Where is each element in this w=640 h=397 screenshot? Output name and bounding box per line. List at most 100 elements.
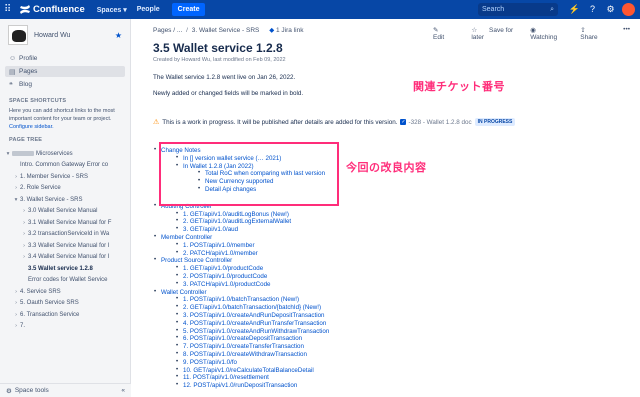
- sidebar-item-label: Pages: [19, 68, 38, 75]
- space-avatar[interactable]: [8, 25, 28, 45]
- toc-link[interactable]: 1. POST/api/v1.0/member: [153, 242, 513, 250]
- sidebar-item-profile[interactable]: ☺ Profile: [5, 53, 125, 64]
- chevron-right-icon[interactable]: ›: [20, 220, 28, 226]
- tree-item[interactable]: 3.5 Wallet service 1.2.8: [0, 263, 130, 275]
- toc-link[interactable]: 2. GET/api/v1.0/batchTransaction/{batchI…: [153, 304, 513, 312]
- user-avatar[interactable]: [622, 3, 635, 16]
- breadcrumb-pages[interactable]: Pages /: [153, 27, 175, 34]
- collapse-sidebar-icon[interactable]: «: [121, 387, 125, 394]
- toc-link[interactable]: 9. POST/api/v1.0/fo: [153, 359, 513, 367]
- tree-item[interactable]: › 3.0 Wallet Service Manual: [0, 206, 130, 218]
- toc-link[interactable]: 1. POST/api/v1.0/batchTransaction (New!): [153, 296, 513, 304]
- watching-button[interactable]: ◉ Watching: [530, 26, 570, 41]
- tree-item[interactable]: › 3.3 Wallet Service Manual for I: [0, 240, 130, 252]
- space-sidebar: Howard Wu ★ ☺ Profile ▤ Pages ❝ Blog SPA…: [0, 19, 131, 397]
- tree-item-label: Microservices: [36, 150, 73, 157]
- tree-item[interactable]: › 3.2 transactionServiceId in Wa: [0, 229, 130, 241]
- more-actions-button[interactable]: •••: [623, 26, 630, 41]
- toc-link[interactable]: 2. POST/api/v1.0/productCode: [153, 273, 513, 281]
- help-icon[interactable]: ?: [586, 3, 599, 16]
- toc-link[interactable]: 8. POST/api/v1.0/createWithdrawTransacti…: [153, 351, 513, 359]
- space-name[interactable]: Howard Wu: [34, 32, 115, 39]
- toc-link[interactable]: In [] version wallet service (… 2021): [153, 155, 333, 163]
- save-for-later-button[interactable]: ☆ Save for later: [471, 26, 520, 41]
- toc-link[interactable]: 11. POST/api/v1.0/resettlement: [153, 374, 513, 382]
- toc-link[interactable]: 1. GET/api/v1.0/productCode: [153, 265, 513, 273]
- chevron-right-icon[interactable]: ›: [20, 231, 28, 237]
- change-notes-toc: Change NotesIn [] version wallet service…: [153, 146, 333, 194]
- toc-link[interactable]: 3. POST/api/v1.0/createAndRunDepositTran…: [153, 312, 513, 320]
- share-icon: ⇪: [580, 27, 586, 34]
- tree-item[interactable]: › 3.1 Wallet Service Manual for F: [0, 217, 130, 229]
- chevron-right-icon[interactable]: ›: [20, 208, 28, 214]
- page-title: 3.5 Wallet service 1.2.8: [153, 41, 283, 55]
- chevron-right-icon[interactable]: ›: [12, 300, 20, 306]
- chevron-down-icon[interactable]: ▾: [4, 151, 12, 157]
- share-button[interactable]: ⇪ Share: [580, 26, 613, 41]
- jira-icon: ◆: [269, 27, 275, 34]
- tree-item-label: 3.0 Wallet Service Manual: [28, 208, 98, 215]
- quote-icon: ❝: [9, 81, 13, 89]
- toc-link[interactable]: Detail Api changes: [153, 186, 333, 194]
- sidebar-item-blog[interactable]: ❝ Blog: [5, 79, 125, 90]
- notifications-icon[interactable]: ⚡: [568, 3, 581, 16]
- tree-item[interactable]: Error codes for Wallet Service: [0, 275, 130, 287]
- tree-item[interactable]: › 4. Service SRS: [0, 286, 130, 298]
- toc-link[interactable]: Product Source Controller: [153, 257, 513, 265]
- chevron-right-icon[interactable]: ›: [12, 323, 20, 329]
- toc-link[interactable]: 7. POST/api/v1.0/createTransferTransacti…: [153, 343, 513, 351]
- toc-link[interactable]: Total RoC when comparing with last versi…: [153, 170, 333, 178]
- tree-item[interactable]: Intro. Common Gateway Error co: [0, 160, 130, 172]
- star-icon[interactable]: ★: [115, 31, 122, 40]
- tree-item[interactable]: › 2. Role Service: [0, 183, 130, 195]
- toc-link[interactable]: 6. POST/api/v1.0/createDepositTransactio…: [153, 335, 513, 343]
- tree-item[interactable]: › 6. Transaction Service: [0, 309, 130, 321]
- toc-link[interactable]: 4. POST/api/v1.0/createAndRunTransferTra…: [153, 320, 513, 328]
- jira-ticket-link[interactable]: -328 - Wallet 1.2.8 doc: [408, 119, 471, 126]
- sidebar-item-pages[interactable]: ▤ Pages: [5, 66, 125, 77]
- chevron-right-icon[interactable]: ›: [12, 289, 20, 295]
- tree-item-label: Intro. Common Gateway Error co: [20, 162, 109, 169]
- toc-link[interactable]: 5. POST/api/v1.0/createAndRunWithdrawTra…: [153, 328, 513, 336]
- chevron-right-icon[interactable]: ›: [20, 243, 28, 249]
- toc-link[interactable]: 2. GET/api/v1.0/auditLogExternalWallet: [153, 218, 513, 226]
- search-input[interactable]: Search ⌕: [478, 3, 558, 16]
- confluence-logo[interactable]: Confluence: [20, 4, 85, 15]
- breadcrumb-ellipsis[interactable]: ...: [177, 27, 182, 34]
- spaces-menu[interactable]: Spaces ▾: [97, 6, 127, 14]
- chevron-right-icon[interactable]: ›: [20, 254, 28, 260]
- create-button[interactable]: Create: [171, 3, 206, 16]
- tree-item[interactable]: ▾ Microservices: [0, 148, 130, 160]
- people-link[interactable]: People: [137, 6, 160, 13]
- chevron-right-icon[interactable]: ›: [12, 185, 20, 191]
- chevron-down-icon[interactable]: ▾: [12, 197, 20, 203]
- toc-link[interactable]: 1. GET/api/v1.0/auditLogBonus (New!): [153, 211, 513, 219]
- configure-sidebar-link[interactable]: Configure sidebar.: [0, 123, 130, 131]
- edit-button[interactable]: ✎ Edit: [433, 26, 461, 41]
- tree-item[interactable]: ▾ 3. Wallet Service - SRS: [0, 194, 130, 206]
- app-switcher-icon[interactable]: ⠿: [4, 4, 16, 15]
- shortcuts-description: Here you can add shortcut links to the m…: [9, 108, 115, 122]
- breadcrumb-parent[interactable]: 3. Wallet Service - SRS: [192, 27, 260, 34]
- toc-link[interactable]: Wallet Controller: [153, 289, 513, 297]
- toc-link[interactable]: Change Notes: [153, 147, 333, 155]
- jira-link[interactable]: 1 Jira link: [276, 27, 303, 34]
- toc-link[interactable]: 3. GET/api/v1.0/aud: [153, 226, 513, 234]
- toc-link[interactable]: In Wallet 1.2.8 (Jan 2022): [153, 163, 333, 171]
- chevron-right-icon[interactable]: ›: [12, 312, 20, 318]
- settings-gear-icon[interactable]: ⚙: [604, 3, 617, 16]
- toc-link[interactable]: 12. POST/api/v1.0/runDepositTransaction: [153, 382, 513, 390]
- toc-link[interactable]: 3. PATCH/api/v1.0/productCode: [153, 281, 513, 289]
- tree-item[interactable]: › 7.: [0, 321, 130, 333]
- chevron-right-icon[interactable]: ›: [12, 174, 20, 180]
- tree-item[interactable]: › 3.4 Wallet Service Manual for I: [0, 252, 130, 264]
- tree-item-label: 3.1 Wallet Service Manual for F: [28, 219, 112, 226]
- toc-link[interactable]: Member Controller: [153, 234, 513, 242]
- toc-link[interactable]: 2. PATCH/api/v1.0/member: [153, 250, 513, 258]
- warning-icon: ⚠: [153, 119, 160, 126]
- toc-link[interactable]: New Currency supported: [153, 178, 333, 186]
- tree-item[interactable]: › 5. Oauth Service SRS: [0, 298, 130, 310]
- tree-item[interactable]: › 1. Member Service - SRS: [0, 171, 130, 183]
- toc-link[interactable]: 10. GET/api/v1.0/reCalculateTotalBalance…: [153, 367, 513, 375]
- space-tools-button[interactable]: Space tools: [15, 387, 49, 394]
